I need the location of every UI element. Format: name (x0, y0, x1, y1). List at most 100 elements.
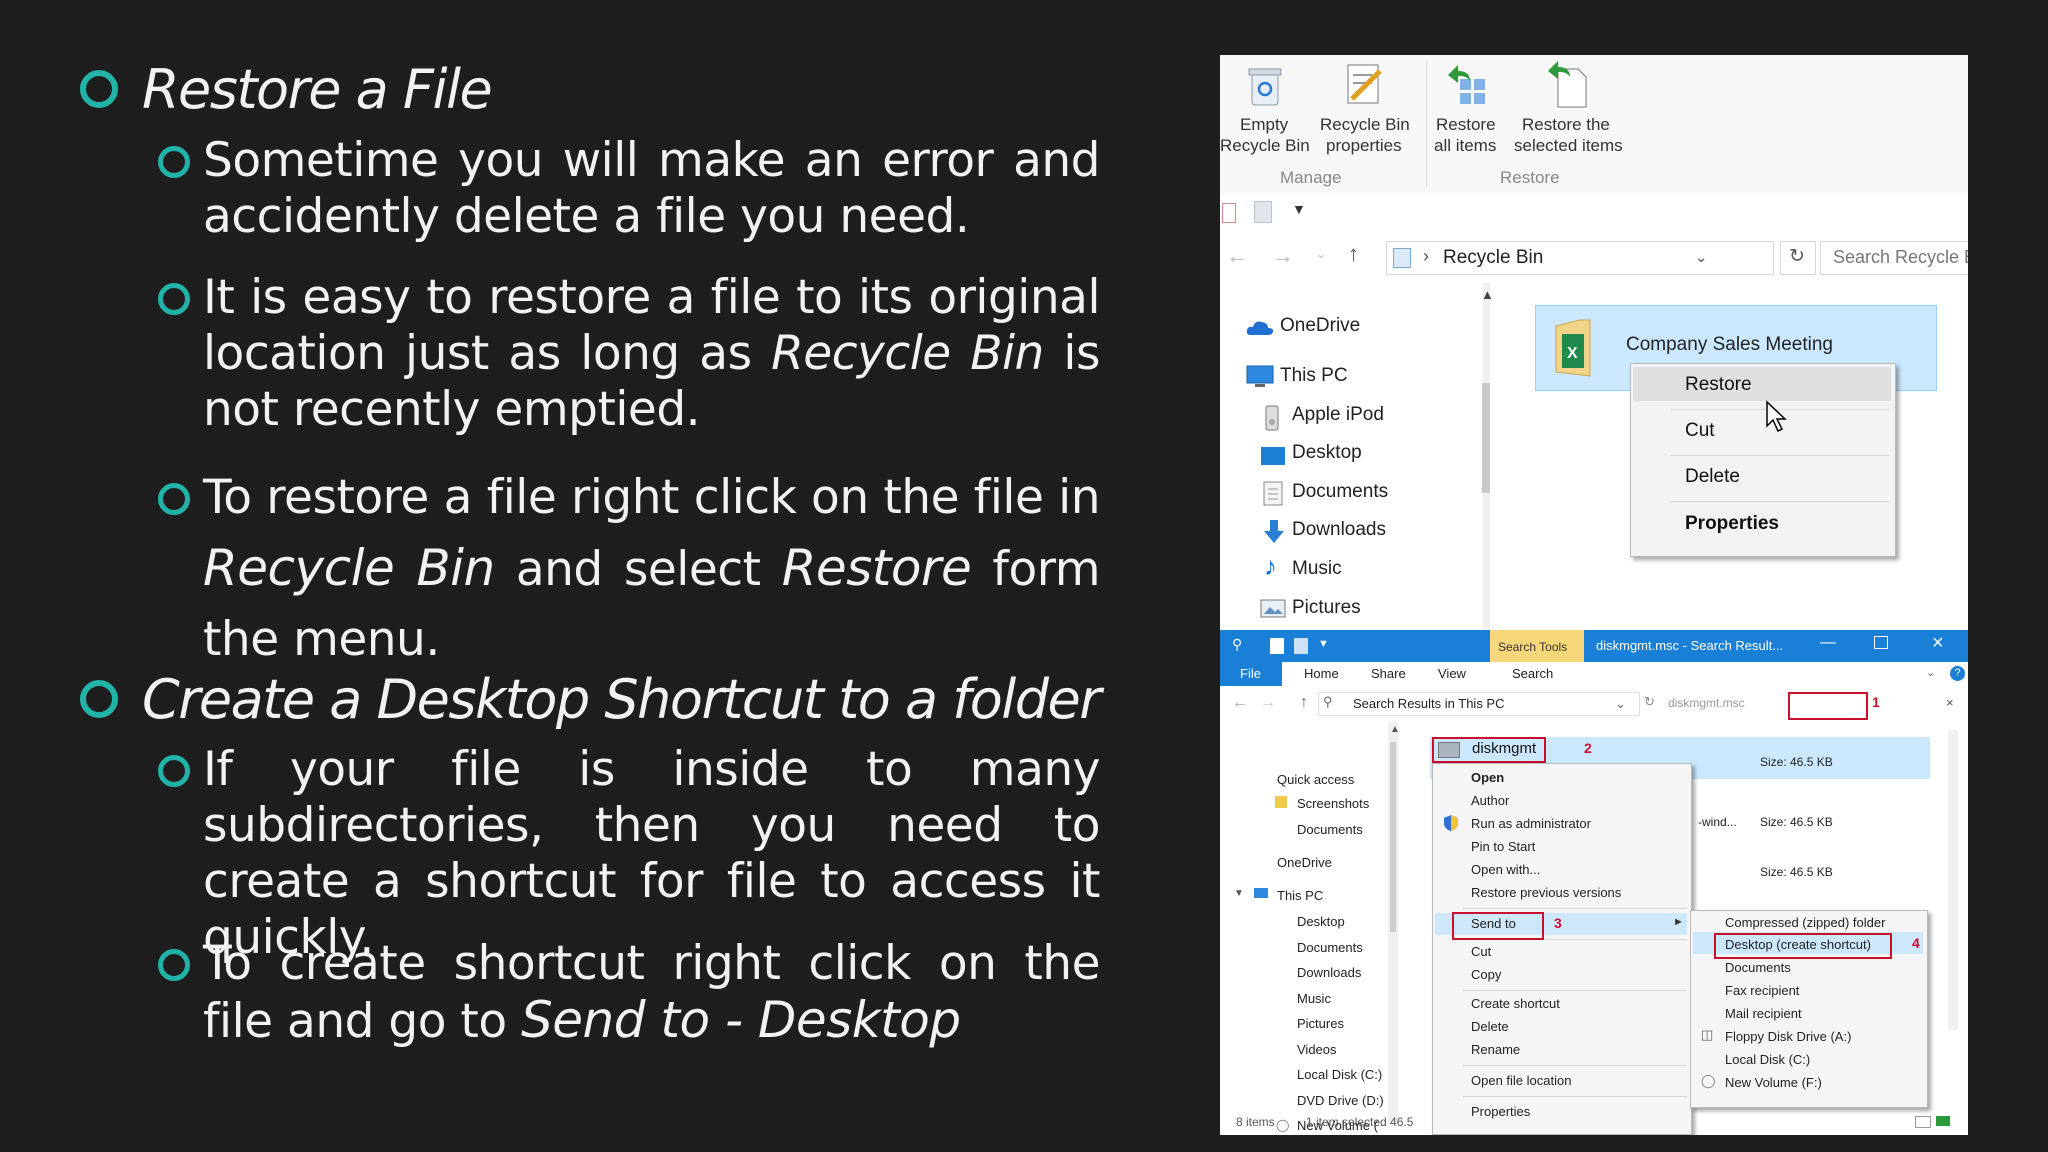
menu-item-open-file-location[interactable]: Open file location (1471, 1073, 1571, 1088)
menu-item-restore[interactable]: Restore (1685, 374, 1752, 396)
minimize-button[interactable]: — (1820, 634, 1836, 652)
customize-toolbar-icon[interactable]: ▼ (1292, 201, 1306, 217)
address-bar[interactable]: ⚲ Search Results in This PC ⌄ (1318, 692, 1640, 716)
back-arrow-icon[interactable]: ← (1232, 694, 1248, 712)
up-arrow-icon[interactable]: ↑ (1300, 694, 1308, 712)
nav-item-local-disk-c[interactable]: Local Disk (C:) (1297, 1067, 1382, 1082)
scroll-up-icon[interactable]: ▲ (1390, 724, 1400, 735)
send-to-mail-recipient[interactable]: Mail recipient (1725, 1006, 1802, 1021)
submenu-arrow-icon: ► (1673, 916, 1684, 928)
page-icon[interactable] (1270, 638, 1284, 654)
recent-dropdown-icon[interactable]: ⌄ (1316, 247, 1326, 261)
up-arrow-icon[interactable]: ↑ (1348, 241, 1359, 267)
send-to-new-volume[interactable]: New Volume (F:) (1725, 1075, 1822, 1090)
nav-item-desktop[interactable]: Desktop (1297, 914, 1345, 929)
content-scrollbar[interactable] (1948, 730, 1958, 1030)
ribbon-group-manage: Manage (1280, 168, 1342, 187)
nav-item-pictures[interactable]: Pictures (1297, 1016, 1344, 1031)
clear-search-icon[interactable]: × (1946, 695, 1954, 710)
nav-item-downloads[interactable]: Downloads (1292, 519, 1386, 541)
send-to-compressed-folder[interactable]: Compressed (zipped) folder (1725, 915, 1885, 930)
empty-recycle-bin-button[interactable]: Empty Recycle Bin (1220, 55, 1310, 163)
forward-arrow-icon[interactable]: → (1260, 694, 1276, 712)
refresh-button[interactable]: ↻ (1780, 241, 1816, 275)
bullet-ring-icon (80, 70, 118, 109)
nav-scroll-thumb[interactable] (1482, 383, 1490, 493)
expand-icon[interactable]: ▼ (1234, 888, 1244, 899)
menu-item-delete[interactable]: Delete (1685, 466, 1740, 488)
collapse-ribbon-icon[interactable]: ⌄ (1926, 666, 1935, 679)
send-to-fax-recipient[interactable]: Fax recipient (1725, 983, 1799, 998)
send-to-floppy-drive[interactable]: Floppy Disk Drive (A:) (1725, 1029, 1851, 1044)
menu-item-restore-previous-versions[interactable]: Restore previous versions (1471, 885, 1621, 900)
scroll-up-icon[interactable]: ▲ (1481, 287, 1494, 302)
folder-icon[interactable] (1294, 638, 1308, 654)
nav-item-onedrive[interactable]: OneDrive (1277, 855, 1332, 870)
paragraph-2: It is easy to restore a file to its orig… (158, 270, 1101, 438)
menu-item-properties[interactable]: Properties (1685, 513, 1779, 535)
search-tools-tab[interactable]: Search Tools (1490, 630, 1584, 662)
restore-all-items-button[interactable]: Restore all items (1428, 55, 1508, 163)
desktop-icon (1261, 447, 1285, 465)
address-dropdown-icon[interactable]: ⌄ (1615, 696, 1626, 712)
nav-item-documents[interactable]: Documents (1292, 481, 1388, 503)
menu-item-author[interactable]: Author (1471, 793, 1509, 808)
search-input[interactable]: Search Recycle Bin (1833, 247, 1968, 268)
nav-item-screenshots[interactable]: Screenshots (1297, 796, 1369, 811)
nav-item-music[interactable]: Music (1297, 991, 1331, 1006)
forward-arrow-icon[interactable]: → (1272, 243, 1294, 269)
search-input[interactable]: diskmgmt.msc (1668, 696, 1745, 710)
nav-item-documents-pc[interactable]: Documents (1297, 940, 1363, 955)
menu-item-rename[interactable]: Rename (1471, 1042, 1520, 1057)
maximize-button[interactable] (1874, 636, 1888, 649)
close-button[interactable]: × (1932, 632, 1944, 655)
nav-item-quick-access[interactable]: Quick access (1277, 772, 1354, 787)
page-icon[interactable] (1254, 201, 1272, 223)
menu-item-delete[interactable]: Delete (1471, 1019, 1509, 1034)
details-view-icon[interactable] (1915, 1116, 1931, 1128)
menu-item-open[interactable]: Open (1471, 770, 1504, 785)
menu-item-copy[interactable]: Copy (1471, 967, 1501, 982)
search-box[interactable]: Search Recycle Bin (1820, 241, 1968, 275)
nav-item-dvd-drive-d[interactable]: DVD Drive (D:) (1297, 1093, 1384, 1108)
heading-restore-file: Restore a File (80, 58, 493, 121)
tab-file[interactable]: File (1220, 662, 1282, 686)
menu-item-cut[interactable]: Cut (1685, 420, 1715, 442)
nav-item-apple-ipod[interactable]: Apple iPod (1292, 404, 1384, 426)
menu-item-create-shortcut[interactable]: Create shortcut (1471, 996, 1560, 1011)
menu-item-properties[interactable]: Properties (1471, 1104, 1530, 1119)
nav-item-music[interactable]: Music (1292, 558, 1342, 580)
nav-item-downloads[interactable]: Downloads (1297, 965, 1361, 980)
back-arrow-icon[interactable]: ← (1226, 243, 1248, 269)
recycle-bin-properties-button[interactable]: Recycle Bin properties (1312, 55, 1412, 163)
breadcrumb[interactable]: Search Results in This PC (1353, 696, 1505, 711)
nav-item-onedrive[interactable]: OneDrive (1280, 315, 1360, 337)
menu-item-pin-to-start[interactable]: Pin to Start (1471, 839, 1535, 854)
nav-item-documents[interactable]: Documents (1297, 822, 1363, 837)
nav-item-this-pc[interactable]: This PC (1280, 365, 1348, 387)
menu-item-open-with[interactable]: Open with... (1471, 862, 1540, 877)
refresh-icon[interactable]: ↻ (1644, 694, 1655, 710)
music-icon: ♪ (1264, 551, 1277, 581)
help-icon[interactable]: ? (1950, 666, 1965, 681)
nav-item-this-pc[interactable]: This PC (1277, 888, 1323, 903)
send-to-local-disk[interactable]: Local Disk (C:) (1725, 1052, 1810, 1067)
menu-item-run-as-administrator[interactable]: Run as administrator (1471, 816, 1591, 831)
large-icons-view-icon[interactable] (1936, 1116, 1950, 1126)
address-dropdown-icon[interactable]: ⌄ (1695, 248, 1708, 266)
restore-selected-items-button[interactable]: Restore the selected items (1510, 55, 1630, 163)
breadcrumb[interactable]: Recycle Bin (1443, 247, 1543, 269)
nav-item-videos[interactable]: Videos (1297, 1042, 1337, 1057)
menu-item-cut[interactable]: Cut (1471, 944, 1491, 959)
nav-item-pictures[interactable]: Pictures (1292, 597, 1361, 619)
tab-search[interactable]: Search (1512, 666, 1553, 681)
customize-toolbar-icon[interactable]: ▼ (1318, 638, 1329, 650)
nav-item-desktop[interactable]: Desktop (1292, 442, 1362, 464)
tab-view[interactable]: View (1438, 666, 1466, 681)
checkbox-icon[interactable] (1222, 203, 1236, 223)
tab-share[interactable]: Share (1371, 666, 1406, 681)
address-bar[interactable]: › Recycle Bin ⌄ (1386, 241, 1774, 275)
send-to-documents[interactable]: Documents (1725, 960, 1791, 975)
nav-scroll-thumb[interactable] (1390, 742, 1396, 932)
tab-home[interactable]: Home (1304, 666, 1339, 681)
